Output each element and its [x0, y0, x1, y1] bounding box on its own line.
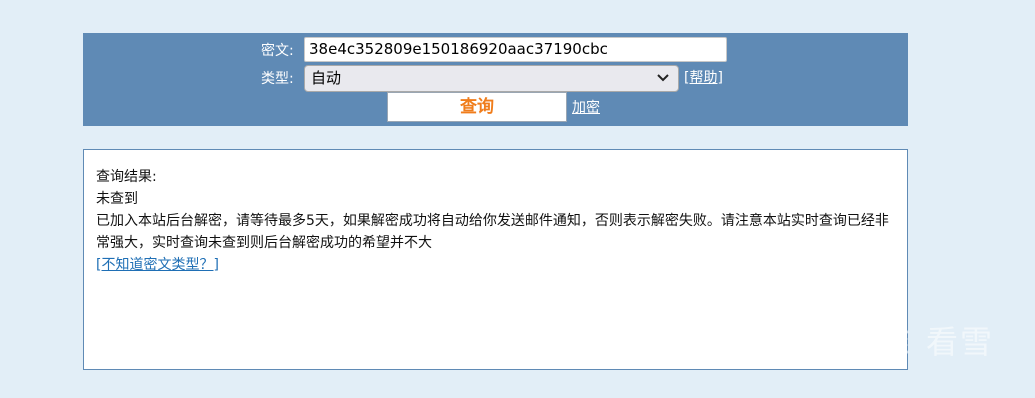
cipher-input[interactable]: 38e4c352809e150186920aac37190cbc — [304, 37, 727, 62]
help-link[interactable]: [帮助] — [684, 69, 723, 87]
result-message: 已加入本站后台解密，请等待最多5天，如果解密成功将自动给你发送邮件通知，否则表示… — [96, 213, 889, 251]
query-button[interactable]: 查询 — [387, 92, 567, 122]
result-box: 查询结果: 未查到 已加入本站后台解密，请等待最多5天，如果解密成功将自动给你发… — [83, 149, 908, 370]
result-status: 未查到 — [96, 191, 138, 207]
encrypt-link[interactable]: 加密 — [572, 99, 600, 117]
unknown-type-link[interactable]: [不知道密文类型？] — [96, 254, 219, 276]
type-select[interactable]: 自动 — [304, 65, 679, 92]
query-panel: 密文: 38e4c352809e150186920aac37190cbc 类型:… — [83, 33, 908, 126]
snowflake-icon — [869, 320, 909, 364]
watermark: 看雪 — [862, 318, 1002, 366]
cipher-label: 密文: — [261, 43, 294, 59]
page: 密文: 38e4c352809e150186920aac37190cbc 类型:… — [0, 0, 1035, 398]
type-select-value: 自动 — [311, 69, 342, 87]
result-heading: 查询结果: — [96, 169, 157, 185]
chevron-down-icon — [657, 74, 669, 82]
type-label: 类型: — [261, 71, 294, 87]
watermark-text: 看雪 — [926, 323, 995, 361]
